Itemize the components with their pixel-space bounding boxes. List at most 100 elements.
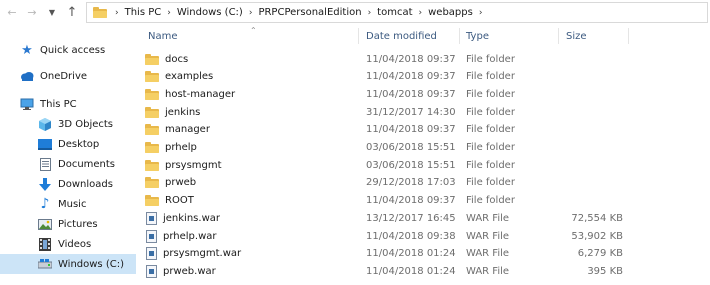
file-row-root[interactable]: ROOT 11/04/2018 09:37 File folder (145, 192, 635, 210)
column-header-date-modified[interactable]: Date modified (366, 26, 456, 46)
back-arrow-icon[interactable]: ← (4, 4, 20, 20)
sidebar-item-videos[interactable]: Videos (0, 234, 136, 254)
column-divider[interactable] (558, 28, 559, 44)
address-bar-row: ← → ▼ ↑ › This PC › Windows (C:) › PRPCP… (0, 0, 710, 26)
breadcrumb-prpcpersonaledition[interactable]: PRPCPersonalEdition (258, 7, 361, 18)
file-date: 03/06/2018 15:51 (366, 142, 456, 153)
file-type: File folder (466, 88, 515, 100)
file-name-cell: manager (145, 121, 210, 139)
column-header-name[interactable]: Name (148, 26, 358, 46)
file-type: File folder (466, 142, 515, 153)
file-type: File folder (466, 124, 515, 136)
file-size (563, 139, 623, 157)
file-name: jenkins.war (163, 212, 220, 224)
file-row-manager[interactable]: manager 11/04/2018 09:37 File folder (145, 121, 635, 139)
file-date: 03/06/2018 15:51 (366, 159, 456, 171)
war-file-icon (146, 229, 157, 243)
breadcrumb-this-pc[interactable]: This PC (125, 7, 162, 18)
war-file-icon (146, 211, 157, 225)
sidebar-item-music[interactable]: ♪ Music (0, 194, 136, 214)
sidebar-item-downloads[interactable]: Downloads (0, 174, 136, 194)
sidebar-item-label: This PC (40, 98, 77, 110)
file-name-cell: jenkins.war (145, 209, 220, 227)
column-header-type[interactable]: Type (466, 26, 556, 46)
file-date: 13/12/2017 16:45 (366, 212, 456, 224)
folder-icon (145, 71, 159, 83)
sidebar-item-windows-c[interactable]: Windows (C:) (0, 254, 136, 274)
folder-icon (145, 88, 159, 100)
file-row-prweb[interactable]: prweb 29/12/2018 17:03 File folder (145, 174, 635, 192)
column-divider[interactable] (459, 28, 460, 44)
sidebar-item-desktop[interactable]: Desktop (0, 134, 136, 154)
file-date: 11/04/2018 09:37 (366, 71, 456, 83)
file-size (563, 50, 623, 68)
cube-icon (38, 117, 52, 131)
sidebar-item-label: Desktop (58, 138, 100, 150)
address-bar[interactable]: › This PC › Windows (C:) › PRPCPersonalE… (86, 2, 708, 23)
chevron-right-icon[interactable]: › (368, 8, 372, 18)
file-name-cell: prhelp.war (145, 227, 217, 245)
column-header-label: Size (566, 30, 587, 42)
sidebar-item-label: Videos (58, 238, 92, 250)
file-name-cell: examples (145, 68, 213, 86)
file-type: File folder (466, 159, 515, 171)
up-arrow-icon[interactable]: ↑ (64, 4, 80, 20)
file-type: WAR File (466, 212, 510, 224)
file-name: docs (165, 53, 189, 65)
file-date: 31/12/2017 14:30 (366, 106, 456, 118)
chevron-right-icon[interactable]: › (115, 8, 119, 18)
file-name: prweb.war (163, 265, 216, 277)
file-name: manager (165, 124, 210, 136)
chevron-right-icon[interactable]: › (249, 8, 253, 18)
sidebar-item-quick-access[interactable]: ★ Quick access (0, 40, 136, 60)
chevron-right-icon[interactable]: › (479, 8, 483, 18)
file-size (563, 121, 623, 139)
download-arrow-icon (38, 177, 52, 191)
sidebar-item-3d-objects[interactable]: 3D Objects (0, 114, 136, 134)
file-row-examples[interactable]: examples 11/04/2018 09:37 File folder (145, 68, 635, 86)
column-header-label: Type (466, 30, 489, 42)
file-size (563, 68, 623, 86)
cloud-icon (20, 69, 34, 83)
document-icon (38, 157, 52, 171)
music-note-icon: ♪ (40, 196, 50, 212)
sidebar-item-this-pc[interactable]: This PC (0, 94, 136, 114)
sidebar-item-onedrive[interactable]: OneDrive (0, 66, 136, 86)
file-row-prsysmgmt-war[interactable]: prsysmgmt.war 11/04/2018 01:24 WAR File … (145, 245, 635, 263)
column-divider[interactable] (358, 28, 359, 44)
file-date: 11/04/2018 01:24 (366, 248, 456, 260)
breadcrumb-webapps[interactable]: webapps (428, 7, 473, 18)
file-name: prsysmgmt (165, 159, 222, 171)
column-header-size[interactable]: Size (566, 26, 626, 46)
recent-locations-chevron-icon[interactable]: ▼ (44, 4, 60, 20)
chevron-right-icon[interactable]: › (419, 8, 423, 18)
sidebar-item-label: OneDrive (40, 70, 88, 82)
sidebar-item-documents[interactable]: Documents (0, 154, 136, 174)
file-row-prhelp[interactable]: prhelp 03/06/2018 15:51 File folder (145, 139, 635, 157)
file-row-prsysmgmt[interactable]: prsysmgmt 03/06/2018 15:51 File folder (145, 156, 635, 174)
sidebar-item-pictures[interactable]: Pictures (0, 214, 136, 234)
file-row-docs[interactable]: docs 11/04/2018 09:37 File folder (145, 50, 635, 68)
file-row-host-manager[interactable]: host-manager 11/04/2018 09:37 File folde… (145, 85, 635, 103)
column-divider[interactable] (628, 28, 629, 44)
file-name: examples (165, 71, 214, 83)
desktop-icon (38, 137, 52, 151)
breadcrumb-tomcat[interactable]: tomcat (377, 7, 412, 18)
file-size (563, 156, 623, 174)
folder-icon (93, 6, 109, 19)
file-name-cell: prhelp (145, 139, 197, 157)
file-row-prhelp-war[interactable]: prhelp.war 11/04/2018 09:38 WAR File 53,… (145, 227, 635, 245)
file-row-jenkins-war[interactable]: jenkins.war 13/12/2017 16:45 WAR File 72… (145, 209, 635, 227)
sidebar-item-label: 3D Objects (58, 118, 114, 130)
file-type: File folder (466, 177, 515, 189)
sidebar-item-label: Music (58, 198, 87, 210)
file-type: WAR File (466, 265, 510, 277)
chevron-right-icon[interactable]: › (167, 8, 171, 18)
folder-icon (145, 159, 159, 171)
file-row-jenkins[interactable]: jenkins 31/12/2017 14:30 File folder (145, 103, 635, 121)
forward-arrow-icon[interactable]: → (24, 4, 40, 20)
breadcrumb-windows-c[interactable]: Windows (C:) (177, 7, 243, 18)
war-file-icon (146, 264, 157, 278)
star-icon: ★ (21, 42, 33, 58)
file-row-prweb-war[interactable]: prweb.war 11/04/2018 01:24 WAR File 395 … (145, 262, 635, 280)
